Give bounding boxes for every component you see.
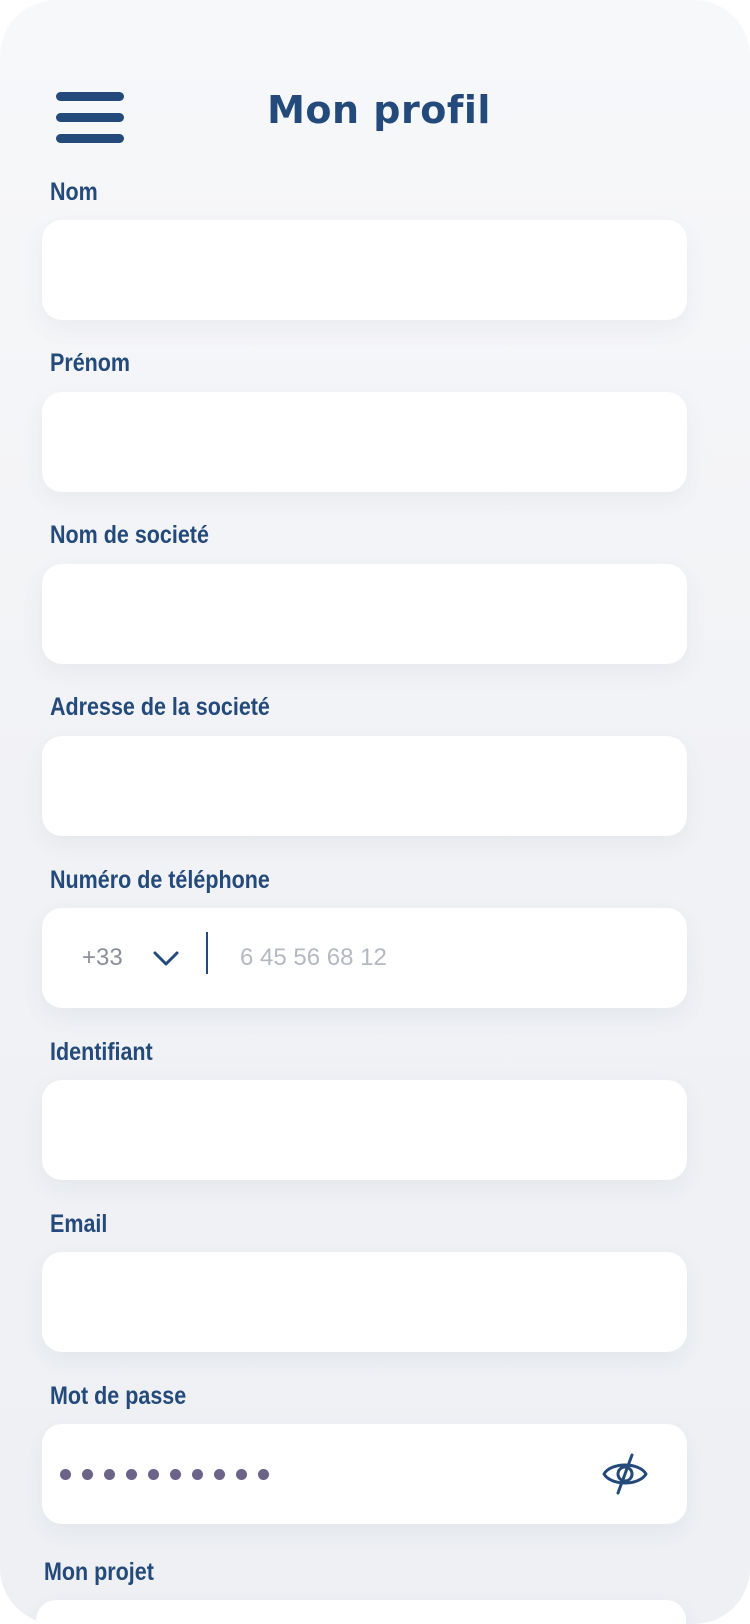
- password-dot: [236, 1468, 247, 1480]
- societe-field-container: [42, 564, 687, 664]
- country-code-select[interactable]: +33: [82, 908, 123, 1008]
- password-dot: [104, 1468, 115, 1480]
- adresse-input[interactable]: [42, 736, 687, 836]
- prenom-label: Prénom: [50, 349, 131, 377]
- email-label: Email: [50, 1210, 108, 1238]
- adresse-label: Adresse de la societé: [50, 693, 270, 721]
- email-input[interactable]: [42, 1252, 687, 1352]
- password-dot: [82, 1468, 93, 1480]
- nom-field-container: [42, 220, 687, 320]
- menu-bar: [56, 134, 124, 143]
- chevron-down-icon[interactable]: [152, 944, 180, 972]
- societe-input[interactable]: [42, 564, 687, 664]
- email-field-container: [42, 1252, 687, 1352]
- password-masked-value[interactable]: [60, 1424, 269, 1524]
- password-dot: [214, 1468, 225, 1480]
- password-dot: [258, 1468, 269, 1480]
- projet-field-container[interactable]: [36, 1600, 686, 1624]
- telephone-field-container: +33: [42, 908, 687, 1008]
- nom-label: Nom: [50, 178, 98, 206]
- telephone-label: Numéro de téléphone: [50, 866, 270, 894]
- password-dot: [148, 1468, 159, 1480]
- password-dot: [126, 1468, 137, 1480]
- password-dot: [170, 1468, 181, 1480]
- prenom-field-container: [42, 392, 687, 492]
- societe-label: Nom de societé: [50, 521, 209, 549]
- page-title: Mon profil: [267, 88, 491, 132]
- adresse-field-container: [42, 736, 687, 836]
- eye-off-icon[interactable]: [601, 1452, 649, 1496]
- identifiant-input[interactable]: [42, 1080, 687, 1180]
- prenom-input[interactable]: [42, 392, 687, 492]
- identifiant-field-container: [42, 1080, 687, 1180]
- projet-label: Mon projet: [44, 1558, 154, 1586]
- phone-number-wrapper: [212, 908, 667, 1008]
- password-dot: [60, 1468, 71, 1480]
- phone-number-input[interactable]: [212, 908, 667, 1008]
- password-field-container[interactable]: [42, 1424, 687, 1524]
- password-dot: [192, 1468, 203, 1480]
- phone-divider: [206, 932, 208, 974]
- nom-input[interactable]: [42, 220, 687, 320]
- password-label: Mot de passe: [50, 1382, 187, 1410]
- identifiant-label: Identifiant: [50, 1038, 153, 1066]
- profile-screen: Mon profil Nom Prénom Nom de societé Adr…: [0, 0, 750, 1624]
